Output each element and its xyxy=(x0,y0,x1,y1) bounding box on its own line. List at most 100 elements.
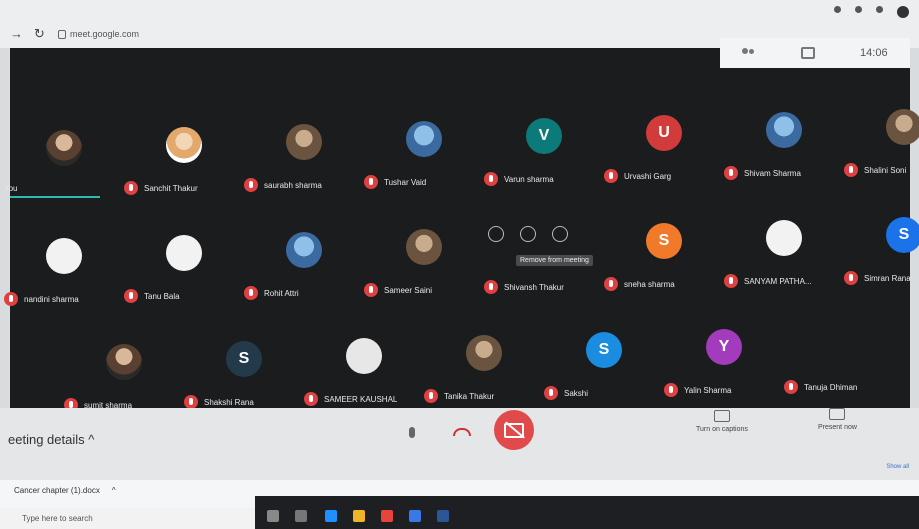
participant-name-row: nandini sharma xyxy=(4,292,124,306)
mic-off-icon xyxy=(784,380,798,394)
participant-name-row: Shakshi Rana xyxy=(184,395,304,409)
participant-tile[interactable]: S Simran Rana xyxy=(844,209,919,319)
participant-tile[interactable]: V Varun sharma xyxy=(484,110,604,220)
mic-off-icon xyxy=(244,286,258,300)
address-bar[interactable]: meet.google.com xyxy=(58,26,458,42)
participant-grid: 14:06 You Sanchit Thakur saurabh sharma Tus… xyxy=(4,38,919,412)
chrome-icon[interactable] xyxy=(381,510,393,522)
search-icon[interactable] xyxy=(267,510,279,522)
profile-avatar-icon[interactable] xyxy=(897,6,909,18)
participant-tile[interactable]: Sanchit Thakur xyxy=(124,119,244,229)
extension-icon-2[interactable] xyxy=(876,6,883,13)
mute-icon[interactable] xyxy=(520,226,536,242)
participant-name: Sanchit Thakur xyxy=(144,183,198,193)
mic-off-icon xyxy=(544,386,558,400)
participant-name: Tanu Bala xyxy=(144,291,180,301)
participant-tile[interactable]: Shivam Sharma xyxy=(724,104,844,214)
participant-name-row: Simran Rana xyxy=(844,271,919,285)
participant-avatar xyxy=(406,121,442,157)
meeting-details-toggle[interactable]: eeting details ^ xyxy=(8,432,94,447)
participant-avatar: S xyxy=(586,332,622,368)
participant-name-row: Urvashi Garg xyxy=(604,169,724,183)
taskbar-search[interactable]: Type here to search xyxy=(0,508,255,529)
participant-name: SANYAM PATHA... xyxy=(744,276,812,286)
download-filename: Cancer chapter (1).docx xyxy=(14,486,100,495)
back-arrow-icon[interactable]: → xyxy=(10,26,23,41)
participant-name-row: Yalin Sharma xyxy=(664,383,784,397)
mic-off-icon xyxy=(724,166,738,180)
chat-icon[interactable] xyxy=(801,47,816,59)
mic-off-icon xyxy=(484,280,498,294)
mic-off-icon xyxy=(364,283,378,297)
mic-off-icon xyxy=(604,169,618,183)
camera-button[interactable] xyxy=(494,410,534,450)
participant-avatar xyxy=(346,338,382,374)
mic-off-icon xyxy=(4,292,18,306)
participant-tile[interactable]: Rohit Attri xyxy=(244,224,364,334)
participant-name: Sameer Saini xyxy=(384,285,433,295)
participant-tile[interactable]: nandini sharma xyxy=(4,230,124,340)
meeting-controls-bar: eeting details ^ Turn on captions Presen… xyxy=(0,408,919,488)
participant-hover-tools xyxy=(488,226,568,242)
participant-tile[interactable]: saurabh sharma xyxy=(244,116,364,226)
participant-name-row: Sanchit Thakur xyxy=(124,181,244,195)
participant-name: Yalin Sharma xyxy=(684,385,732,395)
participant-name-row: Tanu Bala xyxy=(124,289,244,303)
participant-tile[interactable]: Tushar Vaid xyxy=(364,113,484,223)
mic-off-icon xyxy=(844,163,858,177)
participant-avatar xyxy=(766,220,802,256)
participant-avatar xyxy=(166,127,202,163)
participant-tile[interactable]: SANYAM PATHA... xyxy=(724,212,844,322)
participant-tile[interactable]: You xyxy=(4,122,124,232)
participant-avatar xyxy=(106,344,142,380)
participant-name-row: You xyxy=(4,184,124,193)
participant-name: SAMEER KAUSHAL xyxy=(324,394,398,404)
participant-name-row: Varun sharma xyxy=(484,172,604,186)
edge-icon[interactable] xyxy=(325,510,337,522)
mic-off-icon xyxy=(604,277,618,291)
participant-name-row: Sameer Saini xyxy=(364,283,484,297)
reload-icon[interactable]: ↻ xyxy=(34,26,45,42)
present-button[interactable]: Present now xyxy=(818,408,857,431)
folder-icon[interactable] xyxy=(353,510,365,522)
participant-tile[interactable]: Sameer Saini xyxy=(364,221,484,331)
participant-name-row: saurabh sharma xyxy=(244,178,364,192)
participant-avatar xyxy=(46,130,82,166)
star-icon[interactable] xyxy=(855,6,862,13)
captions-button[interactable]: Turn on captions xyxy=(696,410,748,433)
participant-name: Tanuja Dhiman xyxy=(804,382,858,392)
windows-taskbar xyxy=(255,496,919,529)
participant-name: Varun sharma xyxy=(504,174,554,184)
extension-icon[interactable] xyxy=(834,6,841,13)
task-view-icon[interactable] xyxy=(295,510,307,522)
participant-name: You xyxy=(4,184,18,193)
word-icon[interactable] xyxy=(437,510,449,522)
participant-name-row: Shalini Soni xyxy=(844,163,919,177)
remove-icon[interactable] xyxy=(552,226,568,242)
chevron-up-icon[interactable]: ^ xyxy=(112,486,116,495)
participant-tile[interactable]: Shalini Soni xyxy=(844,101,919,211)
store-icon[interactable] xyxy=(409,510,421,522)
mic-off-icon xyxy=(244,178,258,192)
participant-avatar: S xyxy=(886,217,919,253)
leave-call-button[interactable] xyxy=(444,414,480,450)
show-all-link[interactable]: Show all xyxy=(886,464,909,470)
participant-tile[interactable]: Ssneha sharma xyxy=(604,215,724,325)
participant-avatar xyxy=(466,335,502,371)
microphone-icon xyxy=(409,426,415,438)
url-text: meet.google.com xyxy=(70,29,140,39)
download-item[interactable]: Cancer chapter (1).docx ^ xyxy=(14,486,116,495)
pin-icon[interactable] xyxy=(488,226,504,242)
participant-name-row: Shivansh Thakur xyxy=(484,280,604,294)
participant-avatar xyxy=(406,229,442,265)
participant-name-row: sneha sharma xyxy=(604,277,724,291)
meeting-details-label: eeting details xyxy=(8,432,85,447)
microphone-button[interactable] xyxy=(394,414,430,450)
participant-tile[interactable]: Tanu Bala xyxy=(124,227,244,337)
people-icon[interactable] xyxy=(742,48,756,58)
lock-icon xyxy=(58,29,66,39)
mic-off-icon xyxy=(484,172,498,186)
participant-tile[interactable]: U Urvashi Garg xyxy=(604,107,724,217)
mic-off-icon xyxy=(664,383,678,397)
window-controls xyxy=(834,6,909,18)
